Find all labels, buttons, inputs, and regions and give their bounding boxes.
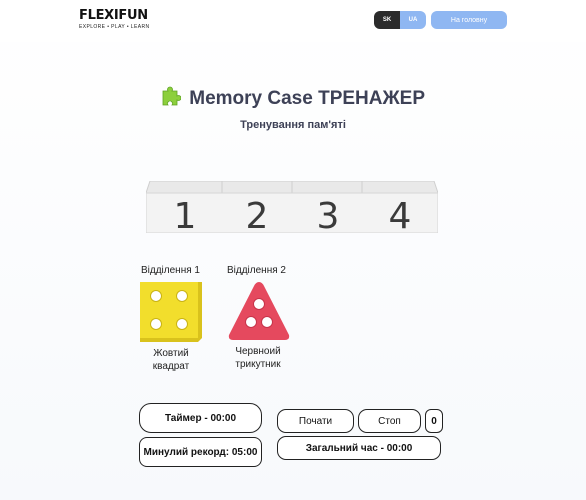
yellow-square-piece[interactable]	[140, 282, 202, 342]
total-time-display: Загальний час - 00:00	[277, 436, 441, 460]
logo-tagline: EXPLORE • PLAY • LEARN	[79, 24, 150, 30]
title-latin: Memory Case	[189, 88, 313, 109]
compartment-1-caption: Жовтий квадрат	[140, 347, 202, 373]
home-button[interactable]: На головну	[431, 11, 507, 29]
lang-ua-button[interactable]: UA	[400, 11, 426, 29]
record-display: Минулий рекорд: 05:00	[139, 437, 262, 467]
page-title: Memory Case ТРЕНАЖЕР	[0, 86, 586, 112]
top-bar: FLEXIFUN EXPLORE • PLAY • LEARN SK UA На…	[0, 0, 586, 42]
page-subtitle: Тренування пам'яті	[240, 119, 346, 131]
slot-number-1: 1	[173, 196, 197, 237]
caption-line: Жовтий	[153, 348, 189, 359]
slot-number-3: 3	[316, 196, 340, 237]
compartment-1-label: Відділення 1	[141, 265, 200, 276]
title-cyrillic: ТРЕНАЖЕР	[318, 88, 426, 109]
slot-number-2: 2	[245, 196, 269, 237]
attempt-counter: 0	[425, 409, 443, 433]
slot-number-4: 4	[388, 196, 412, 237]
timer-display: Таймер - 00:00	[139, 403, 262, 433]
caption-line: трикутник	[235, 359, 281, 370]
compartment-2-caption: Червноий трикутник	[224, 345, 292, 371]
red-triangle-piece[interactable]	[227, 280, 291, 342]
lang-sk-button[interactable]: SK	[374, 11, 400, 29]
compartment-2-label: Відділення 2	[227, 265, 286, 276]
logo-text: FLEXIFUN	[79, 8, 148, 23]
puzzle-icon	[161, 86, 182, 112]
language-switch: SK UA	[374, 11, 426, 29]
logo[interactable]: FLEXIFUN EXPLORE • PLAY • LEARN	[79, 8, 150, 31]
caption-line: квадрат	[152, 361, 190, 372]
stop-button[interactable]: Стоп	[358, 409, 421, 433]
caption-line: Червноий	[235, 346, 281, 357]
start-button[interactable]: Почати	[277, 409, 354, 433]
